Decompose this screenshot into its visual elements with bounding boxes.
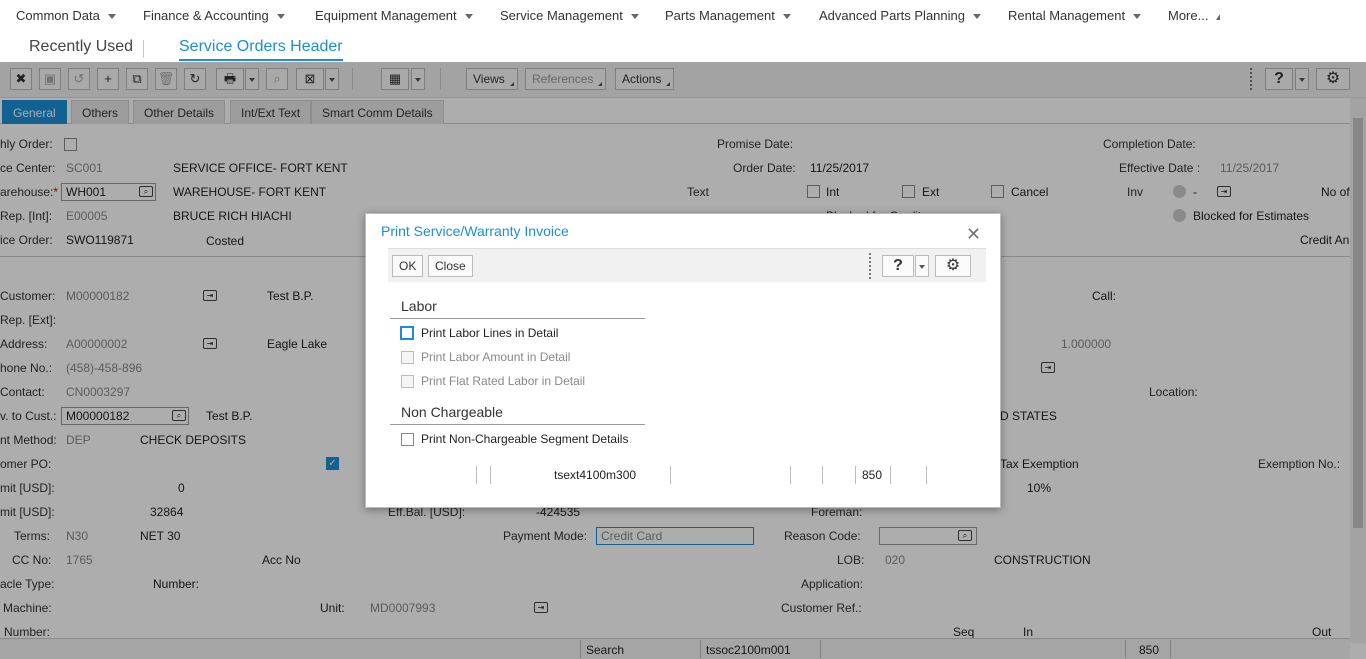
chevron-down-icon bbox=[1133, 14, 1142, 20]
status-divider bbox=[822, 466, 823, 484]
status-divider bbox=[670, 466, 671, 484]
menu-equipment-management[interactable]: Equipment Management bbox=[315, 8, 473, 23]
help-icon[interactable]: ? bbox=[882, 255, 914, 277]
group-divider bbox=[390, 318, 645, 319]
print-labor-lines-checkbox[interactable] bbox=[400, 326, 414, 340]
menu-label: Equipment Management bbox=[315, 8, 457, 23]
tab-service-orders-header[interactable]: Service Orders Header bbox=[179, 38, 343, 61]
print-labor-amount-label: Print Labor Amount in Detail bbox=[421, 350, 571, 364]
gear-icon[interactable]: ⚙ bbox=[935, 255, 971, 277]
menu-label: Advanced Parts Planning bbox=[819, 8, 965, 23]
print-labor-lines-label: Print Labor Lines in Detail bbox=[421, 326, 559, 340]
dialog-status-session: tsext4100m300 bbox=[554, 468, 637, 482]
dialog-title: Print Service/Warranty Invoice bbox=[381, 223, 569, 239]
group-divider bbox=[390, 424, 645, 425]
main-menubar: Common Data Finance & Accounting Equipme… bbox=[0, 0, 1366, 32]
labor-group-title: Labor bbox=[401, 298, 437, 314]
chevron-down-icon bbox=[107, 14, 116, 20]
print-invoice-dialog: Print Service/Warranty Invoice ✕ OK Clos… bbox=[365, 213, 1001, 508]
print-nonchargeable-checkbox[interactable] bbox=[401, 433, 414, 446]
dialog-toolbar: OK Close ? ⚙ bbox=[388, 248, 986, 282]
chevron-down-icon bbox=[782, 14, 791, 20]
chevron-down-icon bbox=[972, 14, 981, 20]
status-divider bbox=[855, 466, 856, 484]
status-divider bbox=[476, 466, 477, 484]
session-tabs: Recently Used Service Orders Header bbox=[0, 32, 1366, 62]
menu-label: More... bbox=[1168, 8, 1209, 23]
menu-label: Finance & Accounting bbox=[143, 8, 269, 23]
ok-button[interactable]: OK bbox=[392, 255, 424, 277]
menu-finance-accounting[interactable]: Finance & Accounting bbox=[143, 8, 285, 23]
menu-label: Common Data bbox=[16, 8, 100, 23]
close-icon[interactable]: ✕ bbox=[966, 224, 981, 245]
menu-label: Service Management bbox=[500, 8, 623, 23]
tab-recently-used[interactable]: Recently Used bbox=[29, 38, 133, 56]
tab-divider bbox=[143, 40, 144, 58]
menu-parts-management[interactable]: Parts Management bbox=[665, 8, 791, 23]
toolbar-grip bbox=[869, 253, 871, 279]
chevron-down-icon bbox=[276, 14, 285, 20]
menu-rental-management[interactable]: Rental Management bbox=[1008, 8, 1142, 23]
menu-advanced-parts-planning[interactable]: Advanced Parts Planning bbox=[819, 8, 981, 23]
help-dropdown[interactable] bbox=[915, 255, 929, 277]
print-flat-rated-labor-label: Print Flat Rated Labor in Detail bbox=[421, 374, 586, 388]
dialog-status-number: 850 bbox=[862, 468, 883, 482]
nonchargeable-group-title: Non Chargeable bbox=[401, 404, 503, 420]
expand-icon bbox=[1216, 13, 1221, 20]
close-button[interactable]: Close bbox=[428, 255, 473, 277]
status-divider bbox=[490, 466, 491, 484]
menu-more[interactable]: More... bbox=[1168, 8, 1221, 23]
print-nonchargeable-label: Print Non-Chargeable Segment Details bbox=[421, 432, 629, 446]
menu-label: Parts Management bbox=[665, 8, 775, 23]
status-divider bbox=[790, 466, 791, 484]
chevron-down-icon bbox=[630, 14, 639, 20]
menu-service-management[interactable]: Service Management bbox=[500, 8, 639, 23]
menu-label: Rental Management bbox=[1008, 8, 1126, 23]
status-divider bbox=[926, 466, 927, 484]
chevron-down-icon bbox=[464, 14, 473, 20]
print-flat-rated-labor-checkbox[interactable] bbox=[401, 375, 414, 388]
menu-common-data[interactable]: Common Data bbox=[16, 8, 116, 23]
print-labor-amount-checkbox[interactable] bbox=[401, 351, 414, 364]
status-divider bbox=[890, 466, 891, 484]
